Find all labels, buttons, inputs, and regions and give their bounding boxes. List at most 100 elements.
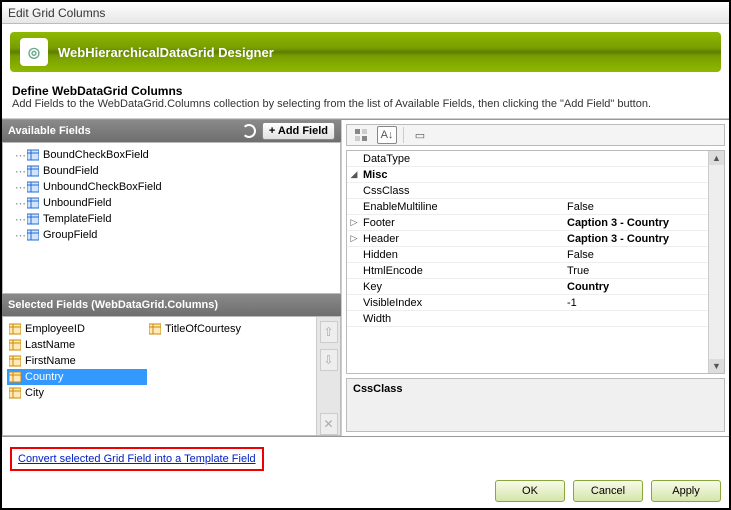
property-value[interactable]: Caption 3 - Country: [561, 217, 708, 229]
scrollbar[interactable]: ▲ ▼: [708, 151, 724, 373]
selected-field-label: TitleOfCourtesy: [165, 323, 241, 335]
define-text: Add Fields to the WebDataGrid.Columns co…: [12, 98, 719, 110]
column-icon: [9, 371, 21, 383]
alphabetical-view-button[interactable]: A↓: [377, 126, 397, 144]
selected-field-label: FirstName: [25, 355, 76, 367]
property-row[interactable]: ▷HeaderCaption 3 - Country: [347, 231, 708, 247]
reorder-controls: ⇧ ⇩ ✕: [316, 317, 340, 435]
property-row[interactable]: VisibleIndex-1: [347, 295, 708, 311]
column-icon: [149, 323, 161, 335]
field-type-icon: [27, 229, 39, 241]
dialog-footer: OK Cancel Apply: [495, 480, 721, 502]
property-row[interactable]: DataType: [347, 151, 708, 167]
window-title: Edit Grid Columns: [8, 6, 105, 20]
property-name: EnableMultiline: [361, 201, 561, 213]
property-row[interactable]: ◢Misc: [347, 167, 708, 183]
designer-banner: ◎ WebHierarchicalDataGrid Designer: [10, 32, 721, 72]
main-area: Available Fields + Add Field ⋯BoundCheck…: [2, 119, 729, 437]
selected-field-label: Country: [25, 371, 64, 383]
property-name: HtmlEncode: [361, 265, 561, 277]
property-name: Footer: [361, 217, 561, 229]
property-value[interactable]: -1: [561, 297, 708, 309]
selected-fields-title: Selected Fields (WebDataGrid.Columns): [8, 299, 218, 311]
refresh-icon[interactable]: [242, 124, 256, 138]
available-field-label: BoundCheckBoxField: [43, 149, 149, 161]
property-row[interactable]: Width: [347, 311, 708, 327]
property-description: CssClass: [346, 378, 725, 432]
expand-icon[interactable]: ▷: [347, 217, 361, 228]
property-row[interactable]: EnableMultilineFalse: [347, 199, 708, 215]
property-name: Key: [361, 281, 561, 293]
column-icon: [9, 339, 21, 351]
field-type-icon: [27, 165, 39, 177]
cancel-button[interactable]: Cancel: [573, 480, 643, 502]
property-value[interactable]: Country: [561, 281, 708, 293]
scroll-down-button[interactable]: ▼: [709, 359, 724, 373]
selected-field-item[interactable]: Country: [7, 369, 147, 385]
selected-field-item[interactable]: TitleOfCourtesy: [147, 321, 287, 337]
tree-connector: ⋯: [15, 165, 23, 178]
tree-connector: ⋯: [15, 229, 23, 242]
property-toolbar: A↓ ▭: [346, 124, 725, 146]
available-field-item[interactable]: ⋯ UnboundCheckBoxField: [5, 179, 338, 195]
categorized-view-button[interactable]: [351, 126, 371, 144]
move-up-button[interactable]: ⇧: [320, 321, 338, 343]
remove-button[interactable]: ✕: [320, 413, 338, 435]
selected-field-item[interactable]: EmployeeID: [7, 321, 147, 337]
property-name: VisibleIndex: [361, 297, 561, 309]
property-value[interactable]: False: [561, 201, 708, 213]
selected-fields-header: Selected Fields (WebDataGrid.Columns): [2, 294, 341, 316]
field-type-icon: [27, 181, 39, 193]
apply-button[interactable]: Apply: [651, 480, 721, 502]
left-column: Available Fields + Add Field ⋯BoundCheck…: [2, 120, 342, 436]
property-name: CssClass: [361, 185, 561, 197]
available-field-item[interactable]: ⋯UnboundField: [5, 195, 338, 211]
add-field-button[interactable]: + Add Field: [262, 122, 335, 140]
property-value[interactable]: Caption 3 - Country: [561, 233, 708, 245]
property-value[interactable]: False: [561, 249, 708, 261]
available-field-item[interactable]: ⋯TemplateField: [5, 211, 338, 227]
available-fields-list[interactable]: ⋯BoundCheckBoxField⋯BoundField⋯UnboundCh…: [2, 142, 341, 294]
convert-to-template-link[interactable]: Convert selected Grid Field into a Templ…: [18, 453, 256, 465]
selected-field-item[interactable]: FirstName: [7, 353, 147, 369]
available-field-label: GroupField: [43, 229, 97, 241]
right-column: A↓ ▭ ▲ ▼ DataType◢Misc CssClass EnableMult…: [342, 120, 729, 436]
designer-logo-icon: ◎: [20, 38, 48, 66]
field-type-icon: [27, 197, 39, 209]
property-row[interactable]: ▷FooterCaption 3 - Country: [347, 215, 708, 231]
available-field-label: UnboundCheckBoxField: [43, 181, 162, 193]
selected-field-item[interactable]: City: [7, 385, 147, 401]
selected-fields-list[interactable]: EmployeeID LastName FirstName Country City T…: [2, 316, 341, 436]
field-type-icon: [27, 149, 39, 161]
property-row[interactable]: CssClass: [347, 183, 708, 199]
selected-field-label: EmployeeID: [25, 323, 85, 335]
window-titlebar: Edit Grid Columns: [2, 2, 729, 24]
expand-icon[interactable]: ▷: [347, 233, 361, 244]
selected-field-item[interactable]: LastName: [7, 337, 147, 353]
property-row[interactable]: KeyCountry: [347, 279, 708, 295]
property-row[interactable]: HtmlEncodeTrue: [347, 263, 708, 279]
property-row[interactable]: HiddenFalse: [347, 247, 708, 263]
property-name: Header: [361, 233, 561, 245]
convert-link-highlight: Convert selected Grid Field into a Templ…: [10, 447, 264, 471]
available-field-item[interactable]: ⋯ BoundField: [5, 163, 338, 179]
define-block: Define WebDataGrid Columns Add Fields to…: [2, 80, 729, 119]
column-icon: [9, 323, 21, 335]
tree-connector: ⋯: [15, 181, 23, 194]
available-field-label: TemplateField: [43, 213, 111, 225]
scroll-up-button[interactable]: ▲: [709, 151, 724, 165]
move-down-button[interactable]: ⇩: [320, 349, 338, 371]
add-field-label: + Add Field: [269, 125, 328, 137]
property-name: Hidden: [361, 249, 561, 261]
property-pages-button[interactable]: ▭: [410, 126, 430, 144]
available-field-label: BoundField: [43, 165, 99, 177]
field-type-icon: [27, 213, 39, 225]
property-grid[interactable]: ▲ ▼ DataType◢Misc CssClass EnableMultiline…: [346, 150, 725, 374]
property-description-name: CssClass: [353, 383, 718, 395]
property-value[interactable]: True: [561, 265, 708, 277]
available-field-item[interactable]: ⋯BoundCheckBoxField: [5, 147, 338, 163]
ok-button[interactable]: OK: [495, 480, 565, 502]
property-name: Width: [361, 313, 561, 325]
available-field-item[interactable]: ⋯ GroupField: [5, 227, 338, 243]
expand-icon[interactable]: ◢: [347, 169, 361, 180]
